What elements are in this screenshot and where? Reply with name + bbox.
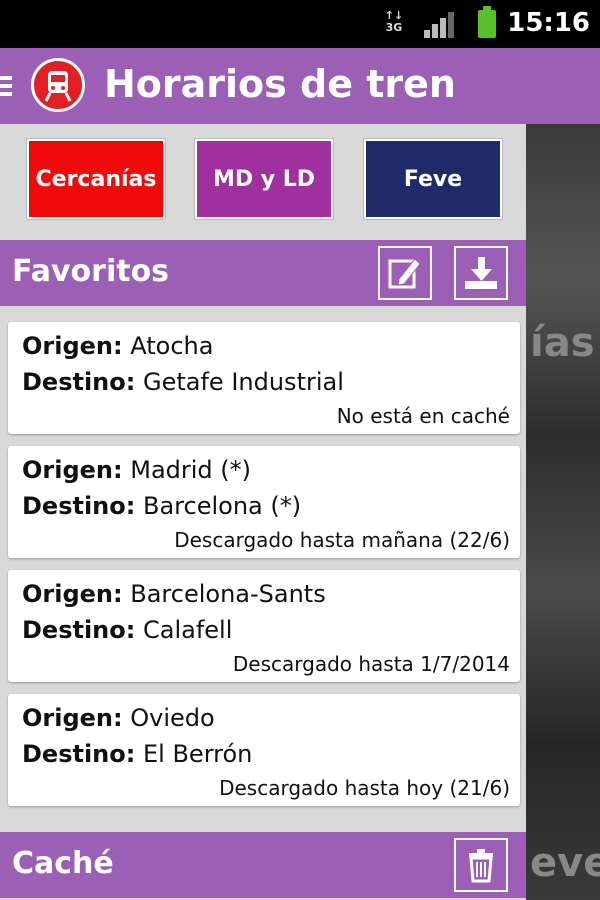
origin-row: Origen: Oviedo bbox=[22, 704, 215, 732]
origin-row: Origen: Madrid (*) bbox=[22, 456, 251, 484]
status-time: 15:16 bbox=[507, 8, 590, 38]
origin-value: Barcelona-Sants bbox=[130, 580, 326, 608]
edit-icon bbox=[388, 258, 421, 289]
signal-icon bbox=[424, 12, 456, 38]
cache-status: Descargado hasta hoy (21/6) bbox=[219, 776, 510, 800]
origin-label: Origen: bbox=[22, 704, 123, 732]
battery-icon bbox=[478, 6, 496, 38]
origin-row: Origen: Atocha bbox=[22, 332, 213, 360]
favorites-title: Favoritos bbox=[12, 254, 170, 289]
favorite-item[interactable]: Origen: Atocha Destino: Getafe Industria… bbox=[8, 322, 520, 434]
destination-value: Barcelona (*) bbox=[143, 492, 302, 520]
cache-status: Descargado hasta mañana (22/6) bbox=[174, 528, 510, 552]
origin-value: Madrid (*) bbox=[130, 456, 252, 484]
destination-row: Destino: El Berrón bbox=[22, 740, 252, 768]
favorite-item[interactable]: Origen: Oviedo Destino: El Berrón Descar… bbox=[8, 694, 520, 806]
clear-cache-button[interactable] bbox=[454, 838, 508, 892]
cache-header: Caché bbox=[0, 832, 526, 898]
train-logo-icon[interactable] bbox=[31, 58, 85, 112]
favorite-item[interactable]: Origen: Barcelona-Sants Destino: Calafel… bbox=[8, 570, 520, 682]
trash-icon bbox=[469, 849, 493, 883]
destination-value: Calafell bbox=[143, 616, 233, 644]
status-bar: ↑↓ 3G 15:16 bbox=[0, 0, 600, 48]
cache-title: Caché bbox=[12, 846, 114, 881]
background-image: ías eve bbox=[526, 124, 600, 900]
destination-row: Destino: Calafell bbox=[22, 616, 232, 644]
navigation-drawer: Cercanías MD y LD Feve Favoritos Origen:… bbox=[0, 124, 526, 900]
category-feve-button[interactable]: Feve bbox=[364, 139, 502, 219]
destination-value: El Berrón bbox=[143, 740, 253, 768]
cache-status: Descargado hasta 1/7/2014 bbox=[232, 652, 510, 676]
favorites-header: Favoritos bbox=[0, 240, 526, 306]
destination-value: Getafe Industrial bbox=[143, 368, 344, 396]
origin-row: Origen: Barcelona-Sants bbox=[22, 580, 326, 608]
origin-value: Atocha bbox=[130, 332, 214, 360]
origin-label: Origen: bbox=[22, 580, 123, 608]
favorite-item[interactable]: Origen: Madrid (*) Destino: Barcelona (*… bbox=[8, 446, 520, 558]
destination-label: Destino: bbox=[22, 368, 136, 396]
destination-label: Destino: bbox=[22, 492, 136, 520]
category-md-ld-button[interactable]: MD y LD bbox=[195, 139, 333, 219]
background-text-1: ías bbox=[530, 320, 595, 366]
background-text-2: eve bbox=[530, 840, 600, 886]
download-icon bbox=[465, 257, 497, 289]
cache-status: No está en caché bbox=[336, 404, 510, 428]
origin-label: Origen: bbox=[22, 332, 123, 360]
app-title: Horarios de tren bbox=[104, 62, 456, 106]
category-cercanias-button[interactable]: Cercanías bbox=[27, 139, 165, 219]
menu-icon[interactable] bbox=[0, 76, 12, 96]
destination-row: Destino: Barcelona (*) bbox=[22, 492, 301, 520]
network-3g-icon: ↑↓ 3G bbox=[384, 9, 404, 34]
app-bar: Horarios de tren bbox=[0, 48, 600, 124]
destination-label: Destino: bbox=[22, 616, 136, 644]
destination-row: Destino: Getafe Industrial bbox=[22, 368, 344, 396]
origin-value: Oviedo bbox=[130, 704, 215, 732]
download-favorites-button[interactable] bbox=[454, 246, 508, 300]
destination-label: Destino: bbox=[22, 740, 136, 768]
edit-favorites-button[interactable] bbox=[378, 246, 432, 300]
origin-label: Origen: bbox=[22, 456, 123, 484]
